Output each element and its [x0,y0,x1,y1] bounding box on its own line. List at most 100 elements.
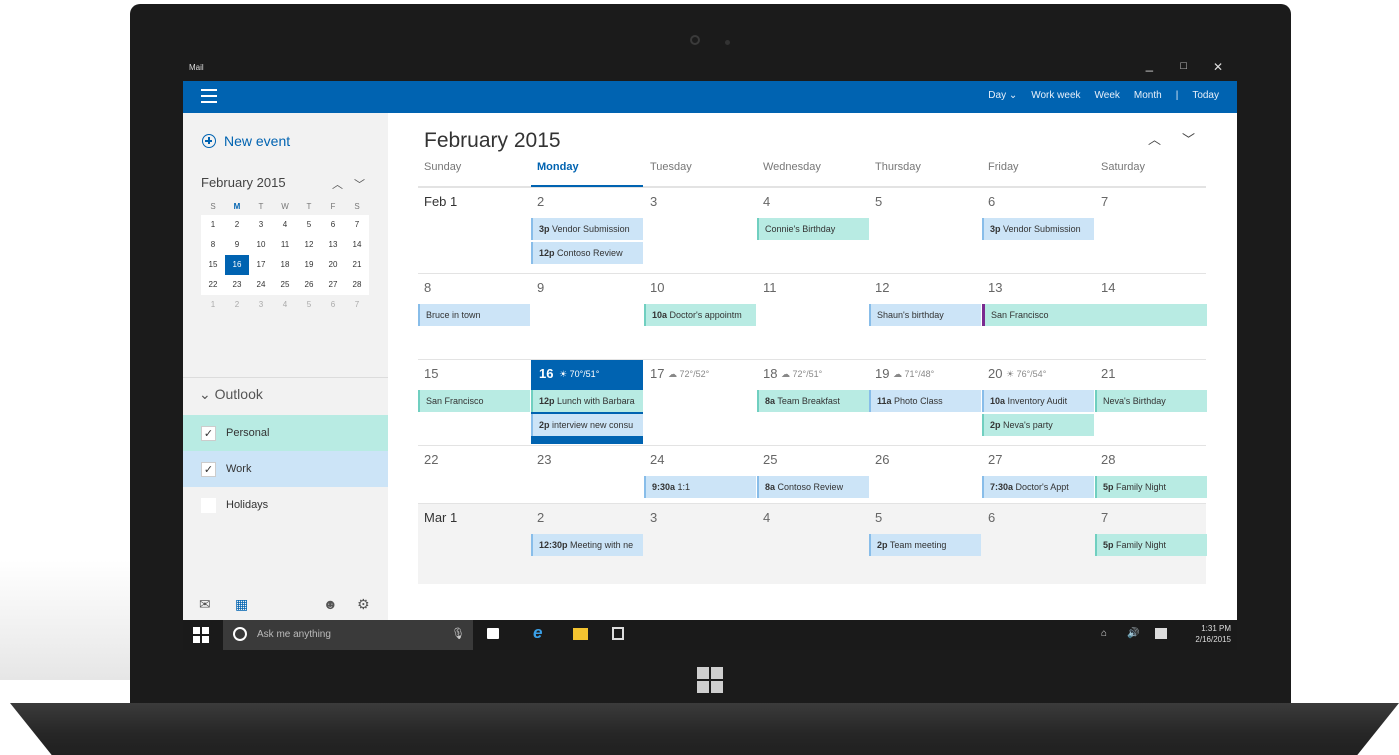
mini-day[interactable]: 3 [249,215,273,235]
new-event-button[interactable]: New event [202,133,290,149]
volume-icon[interactable]: 🔊 [1127,628,1139,639]
checkbox-personal[interactable]: ✓ [201,425,216,441]
search-box[interactable]: Ask me anything 🎙 [223,620,473,650]
day-number[interactable]: 11 [763,280,777,295]
mini-day-today[interactable]: 16 [225,255,249,275]
event-item[interactable]: 2p Team meeting [869,534,981,556]
day-number[interactable]: 14 [1101,280,1115,295]
mini-day[interactable]: 15 [201,255,225,275]
feedback-smiley-icon[interactable]: ☻ [323,596,338,612]
event-item[interactable]: 8a Contoso Review [757,476,869,498]
day-number[interactable]: 3 [650,194,657,209]
close-button[interactable]: ✕ [1213,60,1223,74]
day-number[interactable]: 28 [1101,452,1115,467]
day-number[interactable]: 22 [424,452,438,467]
day-number[interactable]: 4 [763,510,770,525]
start-button[interactable] [193,627,209,643]
day-number[interactable]: 2 [537,510,544,525]
day-number[interactable]: 18 [763,366,777,381]
mini-day[interactable]: 1 [201,295,225,315]
day-number[interactable]: 6 [988,510,995,525]
outlook-group-toggle[interactable]: ⌄ Outlook [199,386,263,403]
day-number[interactable]: 19 [875,366,889,381]
prev-month-icon[interactable]: ︿ [1148,129,1161,148]
edge-browser-icon[interactable]: e [533,623,542,643]
event-item[interactable]: 12p Lunch with Barbara [531,390,643,412]
day-number[interactable]: 13 [988,280,1002,295]
day-number[interactable]: 27 [988,452,1002,467]
day-number[interactable]: 26 [875,452,889,467]
mini-day[interactable]: 28 [345,275,369,295]
event-item[interactable]: 2p interview new consu [531,414,643,436]
day-number[interactable]: 7 [1101,510,1108,525]
mini-day[interactable]: 5 [297,295,321,315]
minimize-button[interactable]: _ [1146,57,1153,72]
event-item[interactable]: 3p Vendor Submission [982,218,1094,240]
maximize-button[interactable]: □ [1180,60,1187,72]
event-item[interactable]: 2p Neva's party [982,414,1094,436]
file-explorer-icon[interactable] [573,628,588,640]
view-month-button[interactable]: Month [1134,90,1162,101]
day-number[interactable]: 5 [875,510,882,525]
event-item[interactable]: San Francisco [418,390,530,412]
calendar-personal[interactable]: ✓ Personal [183,415,388,451]
checkbox-work[interactable]: ✓ [201,461,216,477]
event-item[interactable]: San Francisco [982,304,1207,326]
view-week-button[interactable]: Week [1095,90,1120,101]
day-number[interactable]: 24 [650,452,664,467]
calendar-icon[interactable]: ▦ [235,596,248,613]
mini-day[interactable]: 23 [225,275,249,295]
mini-day[interactable]: 3 [249,295,273,315]
event-item[interactable]: 8a Team Breakfast [757,390,869,412]
day-number[interactable]: 25 [763,452,777,467]
event-item[interactable]: 10a Doctor's appointm [644,304,756,326]
mini-day[interactable]: 2 [225,215,249,235]
mini-day[interactable]: 9 [225,235,249,255]
network-icon[interactable]: ⌂ [1101,628,1107,639]
mini-day[interactable]: 24 [249,275,273,295]
mini-day[interactable]: 22 [201,275,225,295]
mini-day[interactable]: 26 [297,275,321,295]
event-item[interactable]: 12p Contoso Review [531,242,643,264]
mini-day[interactable]: 4 [273,215,297,235]
checkbox-holidays[interactable] [201,497,216,513]
event-item[interactable]: 10a Inventory Audit [982,390,1094,412]
day-number[interactable]: 20 [988,366,1002,381]
mini-next-month-icon[interactable]: ﹀ [354,176,365,192]
day-number[interactable]: 15 [424,366,438,381]
mini-day[interactable]: 7 [345,215,369,235]
mini-day[interactable]: 8 [201,235,225,255]
mini-day[interactable]: 12 [297,235,321,255]
microphone-icon[interactable]: 🎙 [451,627,465,640]
day-number[interactable]: Mar 1 [424,510,457,525]
mini-day[interactable]: 2 [225,295,249,315]
mini-day[interactable]: 13 [321,235,345,255]
event-item[interactable]: 12:30p Meeting with ne [531,534,643,556]
mini-day[interactable]: 10 [249,235,273,255]
next-month-icon[interactable]: ﹀ [1182,129,1195,148]
event-item[interactable]: 7:30a Doctor's Appt [982,476,1094,498]
mini-day[interactable]: 18 [273,255,297,275]
event-item[interactable]: Shaun's birthday [869,304,981,326]
day-number[interactable]: Feb 1 [424,194,457,209]
day-number[interactable]: 2 [537,194,544,209]
mini-day[interactable]: 7 [345,295,369,315]
mini-day[interactable]: 11 [273,235,297,255]
mini-day[interactable]: 25 [273,275,297,295]
mini-day[interactable]: 5 [297,215,321,235]
day-number[interactable]: 23 [537,452,551,467]
mini-day[interactable]: 21 [345,255,369,275]
day-number[interactable]: 21 [1101,366,1115,381]
day-number[interactable]: 7 [1101,194,1108,209]
day-number-today[interactable]: 16 [539,366,553,381]
hamburger-menu-icon[interactable] [201,89,217,107]
event-item[interactable]: 9:30a 1:1 [644,476,756,498]
day-number[interactable]: 12 [875,280,889,295]
day-number[interactable]: 5 [875,194,882,209]
today-button[interactable]: Today [1192,90,1219,101]
action-center-icon[interactable] [1155,628,1167,639]
mini-day[interactable]: 19 [297,255,321,275]
mini-day[interactable]: 4 [273,295,297,315]
mini-day[interactable]: 1 [201,215,225,235]
mini-day[interactable]: 14 [345,235,369,255]
